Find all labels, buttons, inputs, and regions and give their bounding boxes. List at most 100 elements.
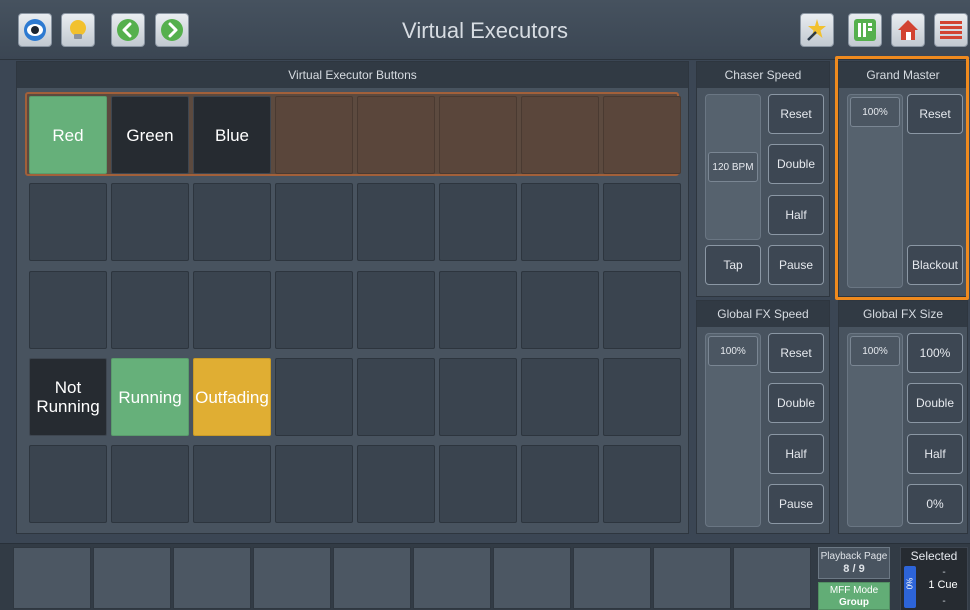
fx-size-half-button[interactable]: Half (907, 434, 963, 474)
fx-speed-reset-button[interactable]: Reset (768, 333, 824, 373)
executor-sheet-icon (854, 19, 876, 41)
chaser-half-button[interactable]: Half (768, 195, 824, 235)
virtual-executor-panel: Virtual Executor Buttons Red Green Blue … (16, 61, 689, 534)
executor-button[interactable] (275, 445, 353, 523)
executor-button-green[interactable]: Green (111, 96, 189, 174)
executor-button[interactable] (521, 358, 599, 436)
playback-slot[interactable] (733, 547, 811, 609)
panel-header: Grand Master (839, 62, 967, 88)
executor-button-outfading[interactable]: Outfading (193, 358, 271, 436)
playback-slot[interactable] (493, 547, 571, 609)
executor-button[interactable] (29, 271, 107, 349)
selected-title: Selected (910, 549, 958, 563)
highlight-button[interactable] (61, 13, 95, 47)
fx-size-double-button[interactable]: Double (907, 383, 963, 423)
executor-button[interactable] (603, 183, 681, 261)
playback-page-value: 8 / 9 (843, 563, 865, 575)
home-button[interactable] (891, 13, 925, 47)
magic-wand-icon (807, 19, 826, 41)
executor-button[interactable] (439, 183, 517, 261)
previous-button[interactable] (111, 13, 145, 47)
global-fx-speed-panel: Global FX Speed 100% Reset Double Half P… (696, 300, 830, 534)
chaser-reset-button[interactable]: Reset (768, 94, 824, 134)
panel-header: Global FX Speed (697, 301, 829, 327)
magic-button[interactable] (800, 13, 834, 47)
executor-button[interactable] (603, 358, 681, 436)
executor-button[interactable] (603, 445, 681, 523)
fader-value: 100% (850, 97, 900, 127)
executor-button[interactable] (439, 96, 517, 174)
executor-sheet-button[interactable] (848, 13, 882, 47)
fx-speed-pause-button[interactable]: Pause (768, 484, 824, 524)
fx-size-zero-button[interactable]: 0% (907, 484, 963, 524)
fx-size-full-button[interactable]: 100% (907, 333, 963, 373)
executor-button[interactable] (357, 96, 435, 174)
playback-page-button[interactable]: Playback Page 8 / 9 (818, 547, 890, 579)
executor-button[interactable] (111, 271, 189, 349)
executor-button[interactable] (439, 271, 517, 349)
executor-button[interactable] (521, 445, 599, 523)
executor-button[interactable] (111, 183, 189, 261)
executor-button[interactable] (603, 271, 681, 349)
selected-dash-bottom: - (942, 596, 946, 607)
fx-speed-half-button[interactable]: Half (768, 434, 824, 474)
playback-slot[interactable] (253, 547, 331, 609)
fader-value: 100% (850, 336, 900, 366)
grand-master-reset-button[interactable]: Reset (907, 94, 963, 134)
executor-button[interactable] (275, 96, 353, 174)
executor-button[interactable] (357, 445, 435, 523)
executor-button[interactable] (275, 271, 353, 349)
executor-button[interactable] (521, 183, 599, 261)
selected-executor[interactable]: Selected 0% - 1 Cue - (900, 547, 968, 610)
chaser-pause-button[interactable]: Pause (768, 245, 824, 285)
playback-slot[interactable] (573, 547, 651, 609)
chaser-double-button[interactable]: Double (768, 144, 824, 184)
executor-button-running[interactable]: Running (111, 358, 189, 436)
global-fx-speed-fader[interactable]: 100% (705, 333, 761, 527)
executor-button[interactable] (193, 445, 271, 523)
mff-mode-button[interactable]: MFF Mode Group (818, 582, 890, 610)
chevron-left-icon (117, 19, 139, 41)
executor-button[interactable] (111, 445, 189, 523)
selected-dash-top: - (942, 567, 946, 578)
blackout-button[interactable]: Blackout (907, 245, 963, 285)
top-bar: Virtual Executors (0, 0, 970, 60)
next-button[interactable] (155, 13, 189, 47)
executor-button-red[interactable]: Red (29, 96, 107, 174)
executor-button[interactable] (193, 271, 271, 349)
menu-button[interactable] (934, 13, 968, 47)
chaser-speed-fader[interactable]: 120 BPM (705, 94, 761, 240)
playback-page-label: Playback Page (820, 551, 888, 562)
executor-button[interactable] (193, 183, 271, 261)
eye-button[interactable] (18, 13, 52, 47)
executor-button[interactable] (439, 445, 517, 523)
executor-button[interactable] (521, 271, 599, 349)
playback-slot[interactable] (333, 547, 411, 609)
executor-button[interactable] (357, 271, 435, 349)
executor-button[interactable] (357, 183, 435, 261)
executor-button[interactable] (275, 183, 353, 261)
bottom-bar: Playback Page 8 / 9 MFF Mode Group Selec… (0, 543, 970, 610)
playback-slot[interactable] (93, 547, 171, 609)
playback-slot[interactable] (13, 547, 91, 609)
global-fx-size-fader[interactable]: 100% (847, 333, 903, 527)
panel-header: Global FX Size (839, 301, 967, 327)
home-icon (898, 20, 918, 40)
executor-button[interactable] (275, 358, 353, 436)
playback-slot[interactable] (653, 547, 731, 609)
lightbulb-icon (70, 20, 86, 39)
playback-slot[interactable] (413, 547, 491, 609)
chaser-tap-button[interactable]: Tap (705, 245, 761, 285)
playback-slot[interactable] (173, 547, 251, 609)
executor-button[interactable] (603, 96, 681, 174)
fx-speed-double-button[interactable]: Double (768, 383, 824, 423)
executor-button[interactable] (521, 96, 599, 174)
menu-icon (940, 21, 962, 39)
grand-master-fader[interactable]: 100% (847, 94, 903, 288)
executor-button-blue[interactable]: Blue (193, 96, 271, 174)
executor-button[interactable] (29, 445, 107, 523)
executor-button[interactable] (357, 358, 435, 436)
executor-button[interactable] (439, 358, 517, 436)
executor-button[interactable] (29, 183, 107, 261)
executor-button-not-running[interactable]: Not Running (29, 358, 107, 436)
